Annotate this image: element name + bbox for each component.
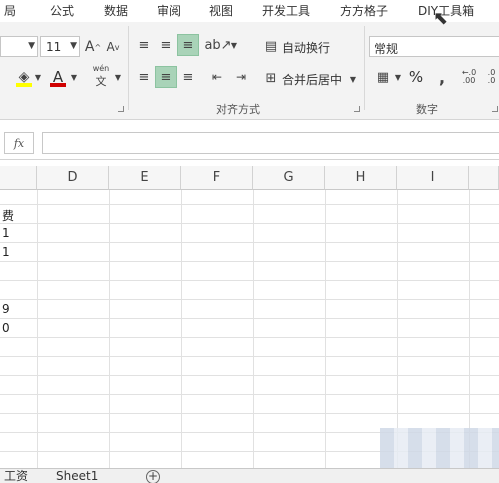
wrap-text-icon[interactable]: ▤ bbox=[262, 36, 280, 56]
add-sheet-button[interactable]: + bbox=[146, 470, 160, 483]
column-header-partial[interactable] bbox=[0, 166, 37, 190]
chevron-down-icon[interactable]: ▼ bbox=[230, 40, 238, 50]
column-header-j[interactable] bbox=[469, 166, 499, 190]
cell-partial-value[interactable]: 9 bbox=[2, 302, 10, 316]
number-format-select[interactable]: 常规 bbox=[369, 36, 499, 57]
tab-review[interactable]: 审阅 bbox=[157, 2, 181, 19]
cell-partial-value[interactable]: 1 bbox=[2, 245, 10, 259]
chevron-down-icon[interactable]: ▼ bbox=[349, 74, 357, 84]
grid-line bbox=[37, 190, 38, 468]
align-middle-icon[interactable]: ≡ bbox=[156, 34, 176, 56]
column-header-i[interactable]: I bbox=[397, 166, 469, 190]
column-header-h[interactable]: H bbox=[325, 166, 397, 190]
chevron-down-icon[interactable]: ▼ bbox=[70, 72, 78, 82]
number-format-value: 常规 bbox=[374, 42, 399, 56]
font-size-value: 11 bbox=[46, 40, 62, 54]
grid-line bbox=[0, 337, 499, 338]
chevron-down-icon[interactable]: ▼ bbox=[394, 72, 402, 82]
grid-line bbox=[253, 190, 254, 468]
formula-input[interactable] bbox=[42, 132, 499, 154]
number-group-launcher-icon[interactable] bbox=[492, 106, 498, 112]
cell-partial-header[interactable]: 费 bbox=[2, 207, 14, 224]
grid-line bbox=[325, 190, 326, 468]
ribbon: ▼ 11 ▼ A ^ Av ◈ ▼ A ▼ wén 文 ▼ ≡ ≡ ≡ ab↗ ▼… bbox=[0, 22, 499, 120]
tab-developer[interactable]: 开发工具 bbox=[262, 2, 310, 19]
grid-line bbox=[0, 356, 499, 357]
font-color-icon[interactable]: A bbox=[48, 66, 68, 88]
insert-function-button[interactable]: fx bbox=[4, 132, 34, 154]
grid-line bbox=[0, 375, 499, 376]
sheet-tab-bar: 工资 Sheet1 + bbox=[0, 468, 499, 483]
align-left-icon[interactable]: ≡ bbox=[134, 66, 154, 88]
grid-line bbox=[0, 242, 499, 243]
column-header-g[interactable]: G bbox=[253, 166, 325, 190]
cell-partial-value[interactable]: 0 bbox=[2, 321, 10, 335]
wrap-text-label[interactable]: 自动换行 bbox=[282, 39, 330, 56]
align-bottom-icon[interactable]: ≡ bbox=[177, 34, 199, 56]
formula-bar: fx bbox=[0, 126, 499, 160]
grid-line bbox=[0, 280, 499, 281]
blurred-watermark bbox=[380, 428, 499, 468]
sheet-tab-salary[interactable]: 工资 bbox=[4, 469, 28, 483]
grid-line bbox=[397, 190, 398, 468]
align-right-icon[interactable]: ≡ bbox=[178, 66, 198, 88]
grid-line bbox=[0, 394, 499, 395]
orientation-icon[interactable]: ab↗ bbox=[204, 34, 231, 56]
tab-formulas[interactable]: 公式 bbox=[50, 2, 74, 19]
number-group-label: 数字 bbox=[416, 103, 438, 116]
column-header-e[interactable]: E bbox=[109, 166, 181, 190]
fill-color-icon[interactable]: ◈ bbox=[14, 66, 34, 88]
chevron-down-icon: ▼ bbox=[28, 41, 35, 51]
grid-line bbox=[0, 413, 499, 414]
align-top-icon[interactable]: ≡ bbox=[134, 34, 154, 56]
decrease-indent-icon[interactable]: ⇤ bbox=[206, 66, 228, 88]
decrease-font-icon[interactable]: Av bbox=[104, 37, 122, 57]
mouse-cursor-icon: ⬉ bbox=[433, 8, 449, 29]
comma-style-icon[interactable]: , bbox=[431, 66, 453, 88]
grid-line bbox=[0, 223, 499, 224]
font-group-launcher-icon[interactable] bbox=[118, 106, 124, 112]
column-header-d[interactable]: D bbox=[37, 166, 109, 190]
cell-partial-value[interactable]: 1 bbox=[2, 226, 10, 240]
chevron-down-icon: ▼ bbox=[70, 41, 77, 51]
merge-center-label[interactable]: 合并后居中 bbox=[282, 71, 342, 88]
tab-page-layout[interactable]: 局 bbox=[4, 2, 16, 19]
divider bbox=[364, 26, 365, 110]
grid-line bbox=[181, 190, 182, 468]
increase-decimal-icon[interactable]: ←.0.00 bbox=[458, 66, 480, 88]
accounting-format-icon[interactable]: ▦ bbox=[372, 66, 394, 88]
divider bbox=[128, 26, 129, 110]
grid-line bbox=[0, 204, 499, 205]
percent-style-icon[interactable]: % bbox=[405, 66, 427, 88]
decrease-decimal-icon[interactable]: .0.0 bbox=[484, 66, 499, 88]
tab-view[interactable]: 视图 bbox=[209, 2, 233, 19]
grid-line bbox=[109, 190, 110, 468]
grid-line bbox=[0, 299, 499, 300]
font-name-select[interactable]: ▼ bbox=[0, 36, 38, 57]
grid-line bbox=[0, 261, 499, 262]
alignment-group-label: 对齐方式 bbox=[216, 103, 260, 116]
grid-line bbox=[469, 190, 470, 468]
merge-center-icon[interactable]: ⊞ bbox=[262, 68, 280, 88]
tab-data[interactable]: 数据 bbox=[104, 2, 128, 19]
font-size-select[interactable]: 11 ▼ bbox=[40, 36, 80, 57]
pinyin-label: wén bbox=[92, 63, 110, 73]
chevron-down-icon[interactable]: ▼ bbox=[114, 72, 122, 82]
align-center-icon[interactable]: ≡ bbox=[155, 66, 177, 88]
ribbon-tab-bar: 局 公式 数据 审阅 视图 开发工具 方方格子 DIY工具箱 bbox=[0, 0, 499, 22]
chevron-down-icon[interactable]: ▼ bbox=[34, 72, 42, 82]
alignment-group-launcher-icon[interactable] bbox=[354, 106, 360, 112]
phonetic-guide-icon[interactable]: wén 文 bbox=[90, 64, 112, 88]
increase-font-icon[interactable]: A ^ bbox=[84, 37, 102, 57]
percent-symbol: % bbox=[408, 68, 424, 86]
column-header-f[interactable]: F bbox=[181, 166, 253, 190]
sheet-tab-sheet1[interactable]: Sheet1 bbox=[56, 469, 98, 483]
grid-line bbox=[0, 318, 499, 319]
tab-fangfang[interactable]: 方方格子 bbox=[340, 2, 388, 19]
increase-indent-icon[interactable]: ⇥ bbox=[230, 66, 252, 88]
